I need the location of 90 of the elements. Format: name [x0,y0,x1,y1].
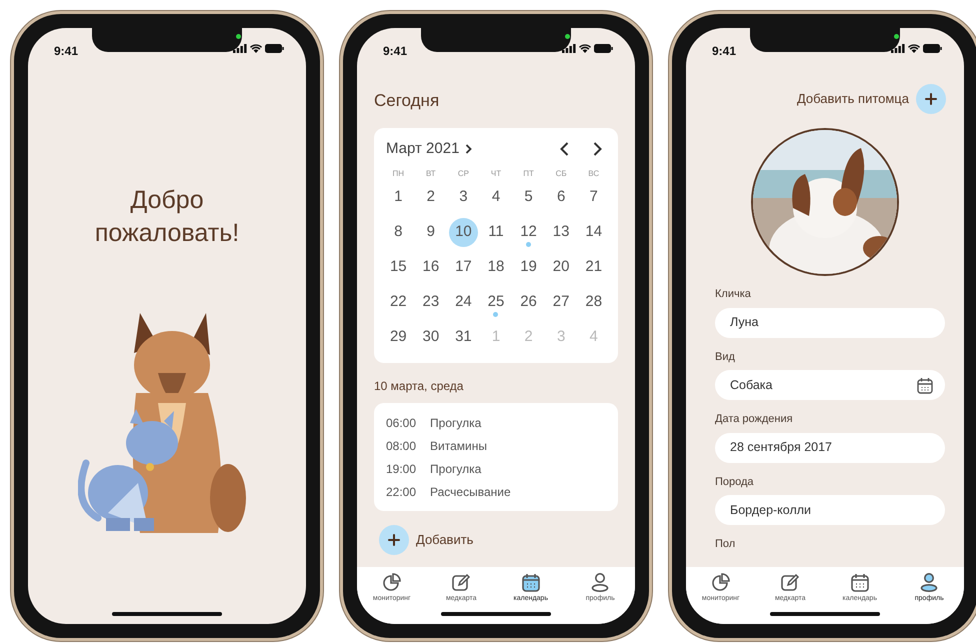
calendar-day[interactable]: 16 [416,253,446,282]
profile-icon [919,572,940,592]
plus-icon [916,84,946,114]
calendar-day[interactable]: 5 [514,183,544,212]
weekday-label: ЧТ [490,168,502,180]
calendar-day[interactable]: 1 [384,183,413,212]
calendar-day[interactable]: 27 [546,288,576,317]
calendar-day[interactable]: 20 [546,253,576,282]
field-label: Порода [715,474,754,490]
calendar-day[interactable]: 15 [384,253,413,282]
calendar-day[interactable]: 28 [579,288,608,317]
event-title: Расчесывание [430,484,511,500]
calendar-day[interactable]: 12 [514,218,544,247]
wifi-icon [908,44,920,53]
calendar-day[interactable]: 23 [416,288,446,317]
weekday-label: СБ [556,168,567,180]
calendar-day[interactable]: 9 [416,218,446,247]
calendar-day[interactable]: 26 [514,288,544,317]
edit-icon [451,572,472,592]
signal-icon [233,44,247,53]
status-time: 9:41 [54,43,78,60]
dot-icon [236,34,241,39]
add-pet-button[interactable]: Добавить питомца [796,84,946,114]
signal-icon [891,44,905,53]
calendar-day[interactable]: 2 [416,183,446,212]
calendar-icon[interactable] [917,376,933,394]
chevron-left-icon [560,142,569,156]
chevron-right-icon [465,144,472,154]
edit-icon [780,572,800,592]
input-field[interactable]: Луна [715,308,945,338]
pie-chart-icon [382,572,402,592]
input-field[interactable]: 28 сентября 2017 [715,432,945,462]
event-time: 19:00 [386,460,416,478]
status-time: 9:41 [712,43,736,60]
battery-icon [594,44,613,53]
calendar-day[interactable]: 24 [448,288,478,317]
calendar-day[interactable]: 29 [384,323,413,352]
calendar-day[interactable]: 19 [514,253,544,282]
calendar-icon [520,572,541,592]
weekday-label: ПТ [523,168,534,180]
calendar-day[interactable]: 18 [481,253,510,282]
event-title: Прогулка [430,460,482,478]
calendar-day[interactable]: 14 [579,218,608,247]
input-field[interactable]: Бордер-колли [715,495,945,525]
event-title: Прогулка [430,414,482,432]
profile-icon [590,572,610,592]
calendar-day[interactable]: 21 [579,253,608,282]
event-time: 22:00 [386,484,416,500]
event-time: 06:00 [386,414,416,432]
calendar-day[interactable]: 3 [448,183,478,212]
calendar-day[interactable]: 8 [384,218,413,247]
input-field[interactable]: Собака [715,370,945,400]
pie-chart-icon [710,572,731,592]
event-time: 08:00 [386,438,416,454]
calendar-day[interactable]: 25 [481,288,510,317]
calendar-day[interactable]: 11 [481,218,510,247]
calendar-day[interactable]: 30 [416,323,446,352]
field-label: Дата рождения [715,412,793,427]
weekday-label: СР [458,168,469,180]
calendar-icon [850,572,870,592]
calendar-day[interactable]: 10 [448,218,478,247]
weekday-label: ВС [588,168,600,180]
battery-icon [265,44,284,53]
signal-icon [562,44,576,53]
add-button[interactable]: Добавить [379,525,474,555]
status-time: 9:41 [383,43,408,60]
field-label: Пол [715,537,736,552]
calendar-day[interactable]: 17 [448,253,478,282]
plus-icon [379,525,409,555]
calendar-day[interactable]: 22 [384,288,413,317]
welcome-title: Добро пожаловать! [94,185,240,248]
dot-icon [894,34,899,39]
calendar-day[interactable]: 4 [481,183,510,212]
weekday-label: ВТ [426,168,436,180]
weekday-label: ПН [392,168,404,180]
dot-icon [565,34,570,39]
screen-title: Сегодня [374,90,440,112]
wifi-icon [579,44,591,53]
chevron-right-icon [593,142,602,156]
date-label: 10 марта, среда [374,378,464,395]
field-label: Кличка [715,287,751,302]
calendar-day[interactable]: 13 [546,218,576,247]
calendar-day[interactable]: 31 [448,323,478,352]
wifi-icon [250,44,262,53]
calendar-day[interactable]: 6 [546,183,576,212]
event-title: Витамины [430,438,487,454]
battery-icon [923,44,942,53]
field-label: Вид [715,350,735,364]
month-button[interactable]: Март 2021 [386,138,472,160]
calendar-day[interactable]: 7 [579,183,608,212]
